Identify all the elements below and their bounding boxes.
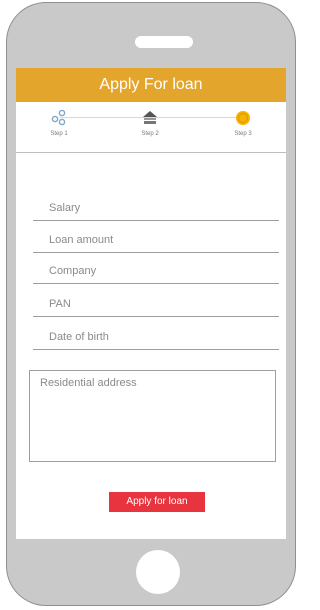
gold-coin-icon (232, 108, 254, 128)
home-button[interactable] (136, 550, 180, 594)
company-field (33, 261, 279, 284)
date-of-birth-input[interactable] (49, 331, 269, 343)
bank-icon (139, 108, 161, 128)
loan-amount-input[interactable] (49, 234, 269, 246)
loan-amount-field (33, 230, 279, 253)
step-1[interactable]: Step 1 (41, 108, 77, 144)
step-progress: Step 1 Step 2 Step 3 (16, 102, 286, 152)
residential-address-box (29, 370, 276, 462)
salary-input[interactable] (49, 202, 269, 214)
phone-speaker (135, 36, 193, 48)
app-screen: Apply For loan Step 1 Step 2 Step 3 Sala… (16, 68, 286, 539)
step-2-label: Step 2 (141, 131, 159, 137)
apply-for-loan-button[interactable]: Apply for loan (109, 492, 205, 512)
step-2[interactable]: Step 2 (132, 108, 168, 144)
step-3[interactable]: Step 3 (225, 108, 261, 144)
date-of-birth-field (33, 327, 279, 350)
step-1-label: Step 1 (50, 131, 68, 137)
residential-address-input[interactable] (30, 371, 275, 461)
salary-field (33, 198, 279, 221)
step-3-label: Step 3 (234, 131, 252, 137)
pan-field (33, 294, 279, 317)
pan-input[interactable] (49, 298, 269, 310)
page-title: Apply For loan (16, 68, 286, 102)
divider (16, 152, 286, 153)
company-input[interactable] (49, 265, 269, 277)
connected-circles-icon (48, 108, 70, 128)
